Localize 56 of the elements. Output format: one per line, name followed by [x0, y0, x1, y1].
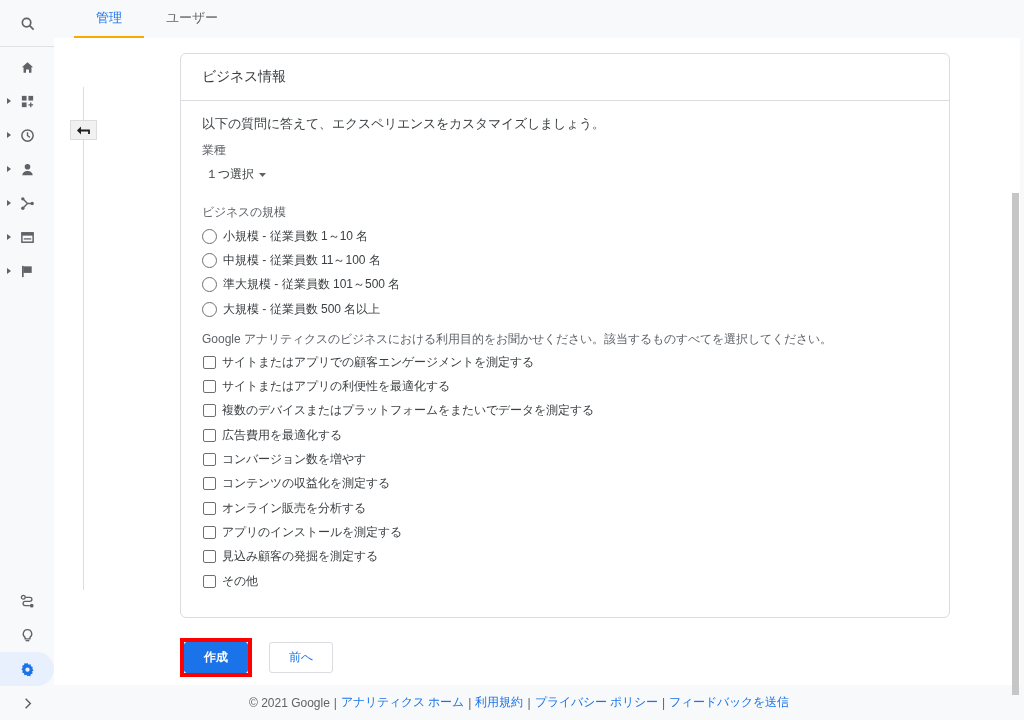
checkbox[interactable] [203, 501, 216, 515]
intro-text: 以下の質問に答えて、エクスペリエンスをカスタマイズしましょう。 [202, 116, 606, 133]
checkbox[interactable] [203, 477, 216, 491]
route-icon [19, 593, 35, 609]
copyright-text: © 2021 Google [248, 695, 330, 710]
scrollbar[interactable] [1012, 193, 1019, 695]
footer-link[interactable]: プライバシー ポリシー [534, 694, 658, 711]
field-label: ビジネスの規模 [202, 205, 287, 220]
gear-icon [19, 661, 35, 677]
search-icon [19, 15, 35, 31]
option-label: 広告費用を最適化する [222, 426, 342, 444]
separator: | [527, 695, 531, 710]
field-label: Google アナリティクスのビジネスにおける利用目的をお聞かせください。該当するものすべてを選択してください。 [202, 331, 834, 349]
checkbox[interactable] [203, 453, 216, 466]
option-label: アプリのインストールを測定する [222, 523, 402, 541]
flag-icon [19, 263, 35, 279]
option-label: 複数のデバイスまたはプラットフォームをまたいでデータを測定する [222, 402, 594, 420]
checkbox[interactable] [203, 574, 216, 588]
clock-icon [19, 127, 35, 143]
option-label: 大規模 - 従業員数 500 名以上 [223, 300, 381, 318]
footer-link[interactable]: 利用規約 [475, 694, 524, 711]
separator: | [333, 695, 337, 710]
separator: | [468, 695, 472, 710]
option-label: 中規模 - 従業員数 11～100 名 [223, 251, 381, 269]
checkbox[interactable] [203, 355, 216, 369]
card-title: ビジネス情報 [181, 54, 949, 101]
option-label: サイトまたはアプリでの顧客エンゲージメントを測定する [222, 353, 534, 371]
checkbox[interactable] [203, 550, 216, 564]
create-button[interactable]: 作成 [184, 642, 248, 673]
footer-link[interactable]: アナリティクス ホーム [341, 694, 465, 711]
footer-link[interactable]: フィードバックを送信 [669, 694, 790, 711]
option-label: コンテンツの収益化を測定する [222, 475, 390, 493]
option-label: 準大規模 - 従業員数 101～500 名 [223, 276, 401, 294]
back-button[interactable] [70, 120, 97, 140]
previous-button[interactable]: 前へ [269, 642, 333, 673]
option-label: 見込み顧客の発掘を測定する [222, 548, 378, 566]
branch-icon [19, 195, 35, 211]
option-label: 小規模 - 従業員数 1～10 名 [223, 227, 369, 245]
field-label: 業種 [202, 143, 227, 158]
screen-icon [19, 229, 35, 245]
option-label: オンライン販売を分析する [222, 499, 366, 517]
industry-dropdown[interactable]: １つ選択 [202, 158, 270, 191]
option-label: サイトまたはアプリの利便性を最適化する [222, 378, 450, 396]
option-label: その他 [222, 572, 258, 590]
sidebar-item[interactable] [0, 652, 54, 686]
back-arrow-icon [77, 125, 90, 135]
tab[interactable]: ユーザー [144, 0, 240, 38]
separator: | [661, 695, 666, 710]
option-label: コンバージョン数を増やす [222, 451, 366, 468]
checkbox[interactable] [203, 404, 216, 418]
person-icon [19, 161, 35, 177]
checkbox[interactable] [203, 525, 216, 539]
dropdown-caret-icon [259, 172, 266, 177]
checkbox[interactable] [203, 428, 216, 442]
dashboard-icon [19, 93, 35, 109]
checkbox[interactable] [203, 380, 216, 394]
